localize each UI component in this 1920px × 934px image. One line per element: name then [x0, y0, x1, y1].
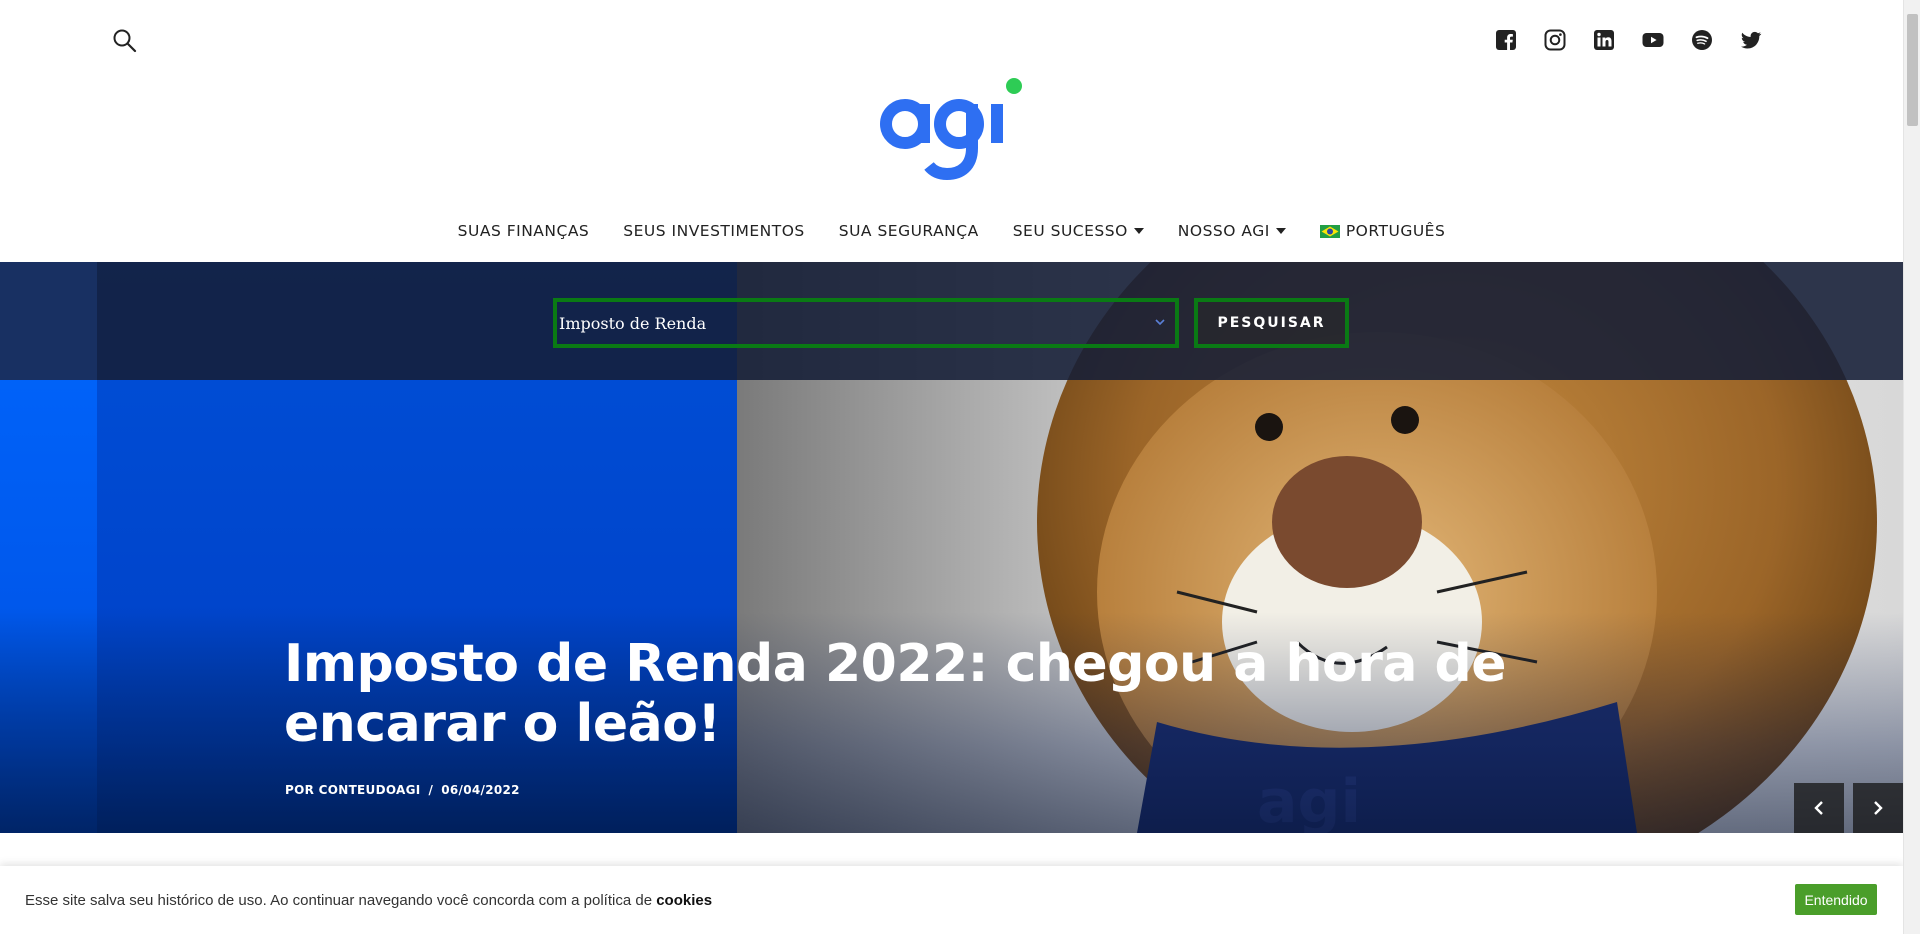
- search-field-wrapper: [553, 298, 1179, 348]
- nav-item-suas-financas[interactable]: SUAS FINANÇAS: [458, 222, 590, 240]
- main-nav: SUAS FINANÇAS SEUS INVESTIMENTOS SUA SEG…: [0, 222, 1903, 240]
- hero-slider: agi PESQUISAR Imposto de Renda 2022: che…: [0, 262, 1903, 833]
- scrollbar-thumb[interactable]: [1907, 14, 1918, 126]
- search-icon[interactable]: [112, 28, 138, 54]
- caret-down-icon: [1133, 228, 1144, 234]
- slider-prev-button[interactable]: [1794, 783, 1844, 833]
- brazil-flag-icon: [1319, 224, 1340, 238]
- youtube-icon[interactable]: [1641, 28, 1665, 52]
- slider-next-button[interactable]: [1853, 783, 1903, 833]
- search-input[interactable]: [557, 302, 1175, 344]
- nav-item-seu-sucesso[interactable]: SEU SUCESSO: [1013, 222, 1144, 240]
- nav-item-language[interactable]: PORTUGUÊS: [1319, 222, 1446, 240]
- search-submit-button[interactable]: PESQUISAR: [1194, 298, 1349, 348]
- cookie-accept-button[interactable]: Entendido: [1795, 884, 1877, 915]
- chevron-left-icon: [1814, 801, 1823, 815]
- cookie-policy-link[interactable]: cookies: [656, 892, 712, 909]
- nav-item-nosso-agi[interactable]: NOSSO AGI: [1178, 222, 1286, 240]
- agi-logo[interactable]: [878, 76, 1028, 182]
- article-author[interactable]: POR CONTEUDOAGI: [285, 783, 421, 797]
- nav-label: SEU SUCESSO: [1012, 222, 1128, 240]
- nav-item-sua-seguranca[interactable]: SUA SEGURANÇA: [839, 222, 979, 240]
- linkedin-icon[interactable]: [1592, 28, 1616, 52]
- cookie-message: Esse site salva seu histórico de uso. Ao…: [25, 892, 712, 909]
- nav-item-seus-investimentos[interactable]: SEUS INVESTIMENTOS: [623, 222, 804, 240]
- social-links: [1494, 28, 1763, 52]
- nav-label: PORTUGUÊS: [1345, 222, 1446, 240]
- meta-separator: /: [428, 783, 434, 797]
- search-bar-band: PESQUISAR: [0, 262, 1903, 380]
- nav-label: SUAS FINANÇAS: [457, 222, 590, 240]
- spotify-icon[interactable]: [1690, 28, 1714, 52]
- cookie-consent-bar: Esse site salva seu histórico de uso. Ao…: [0, 866, 1903, 934]
- caret-down-icon: [1275, 228, 1286, 234]
- search-band-left: [0, 262, 97, 380]
- cookie-message-text: Esse site salva seu histórico de uso. Ao…: [25, 892, 653, 909]
- article-date: 06/04/2022: [441, 783, 520, 797]
- nav-label: SEUS INVESTIMENTOS: [623, 222, 805, 240]
- chevron-down-icon[interactable]: [1155, 317, 1165, 327]
- hero-article-meta: POR CONTEUDOAGI / 06/04/2022: [285, 783, 520, 797]
- page-scrollbar[interactable]: [1903, 0, 1920, 934]
- nav-label: SUA SEGURANÇA: [838, 222, 979, 240]
- chevron-right-icon: [1874, 801, 1883, 815]
- hero-article-title[interactable]: Imposto de Renda 2022: chegou a hora de …: [284, 634, 1664, 754]
- facebook-icon[interactable]: [1494, 28, 1518, 52]
- site-header: SUAS FINANÇAS SEUS INVESTIMENTOS SUA SEG…: [0, 0, 1903, 262]
- nav-label: NOSSO AGI: [1177, 222, 1270, 240]
- instagram-icon[interactable]: [1543, 28, 1567, 52]
- twitter-icon[interactable]: [1739, 28, 1763, 52]
